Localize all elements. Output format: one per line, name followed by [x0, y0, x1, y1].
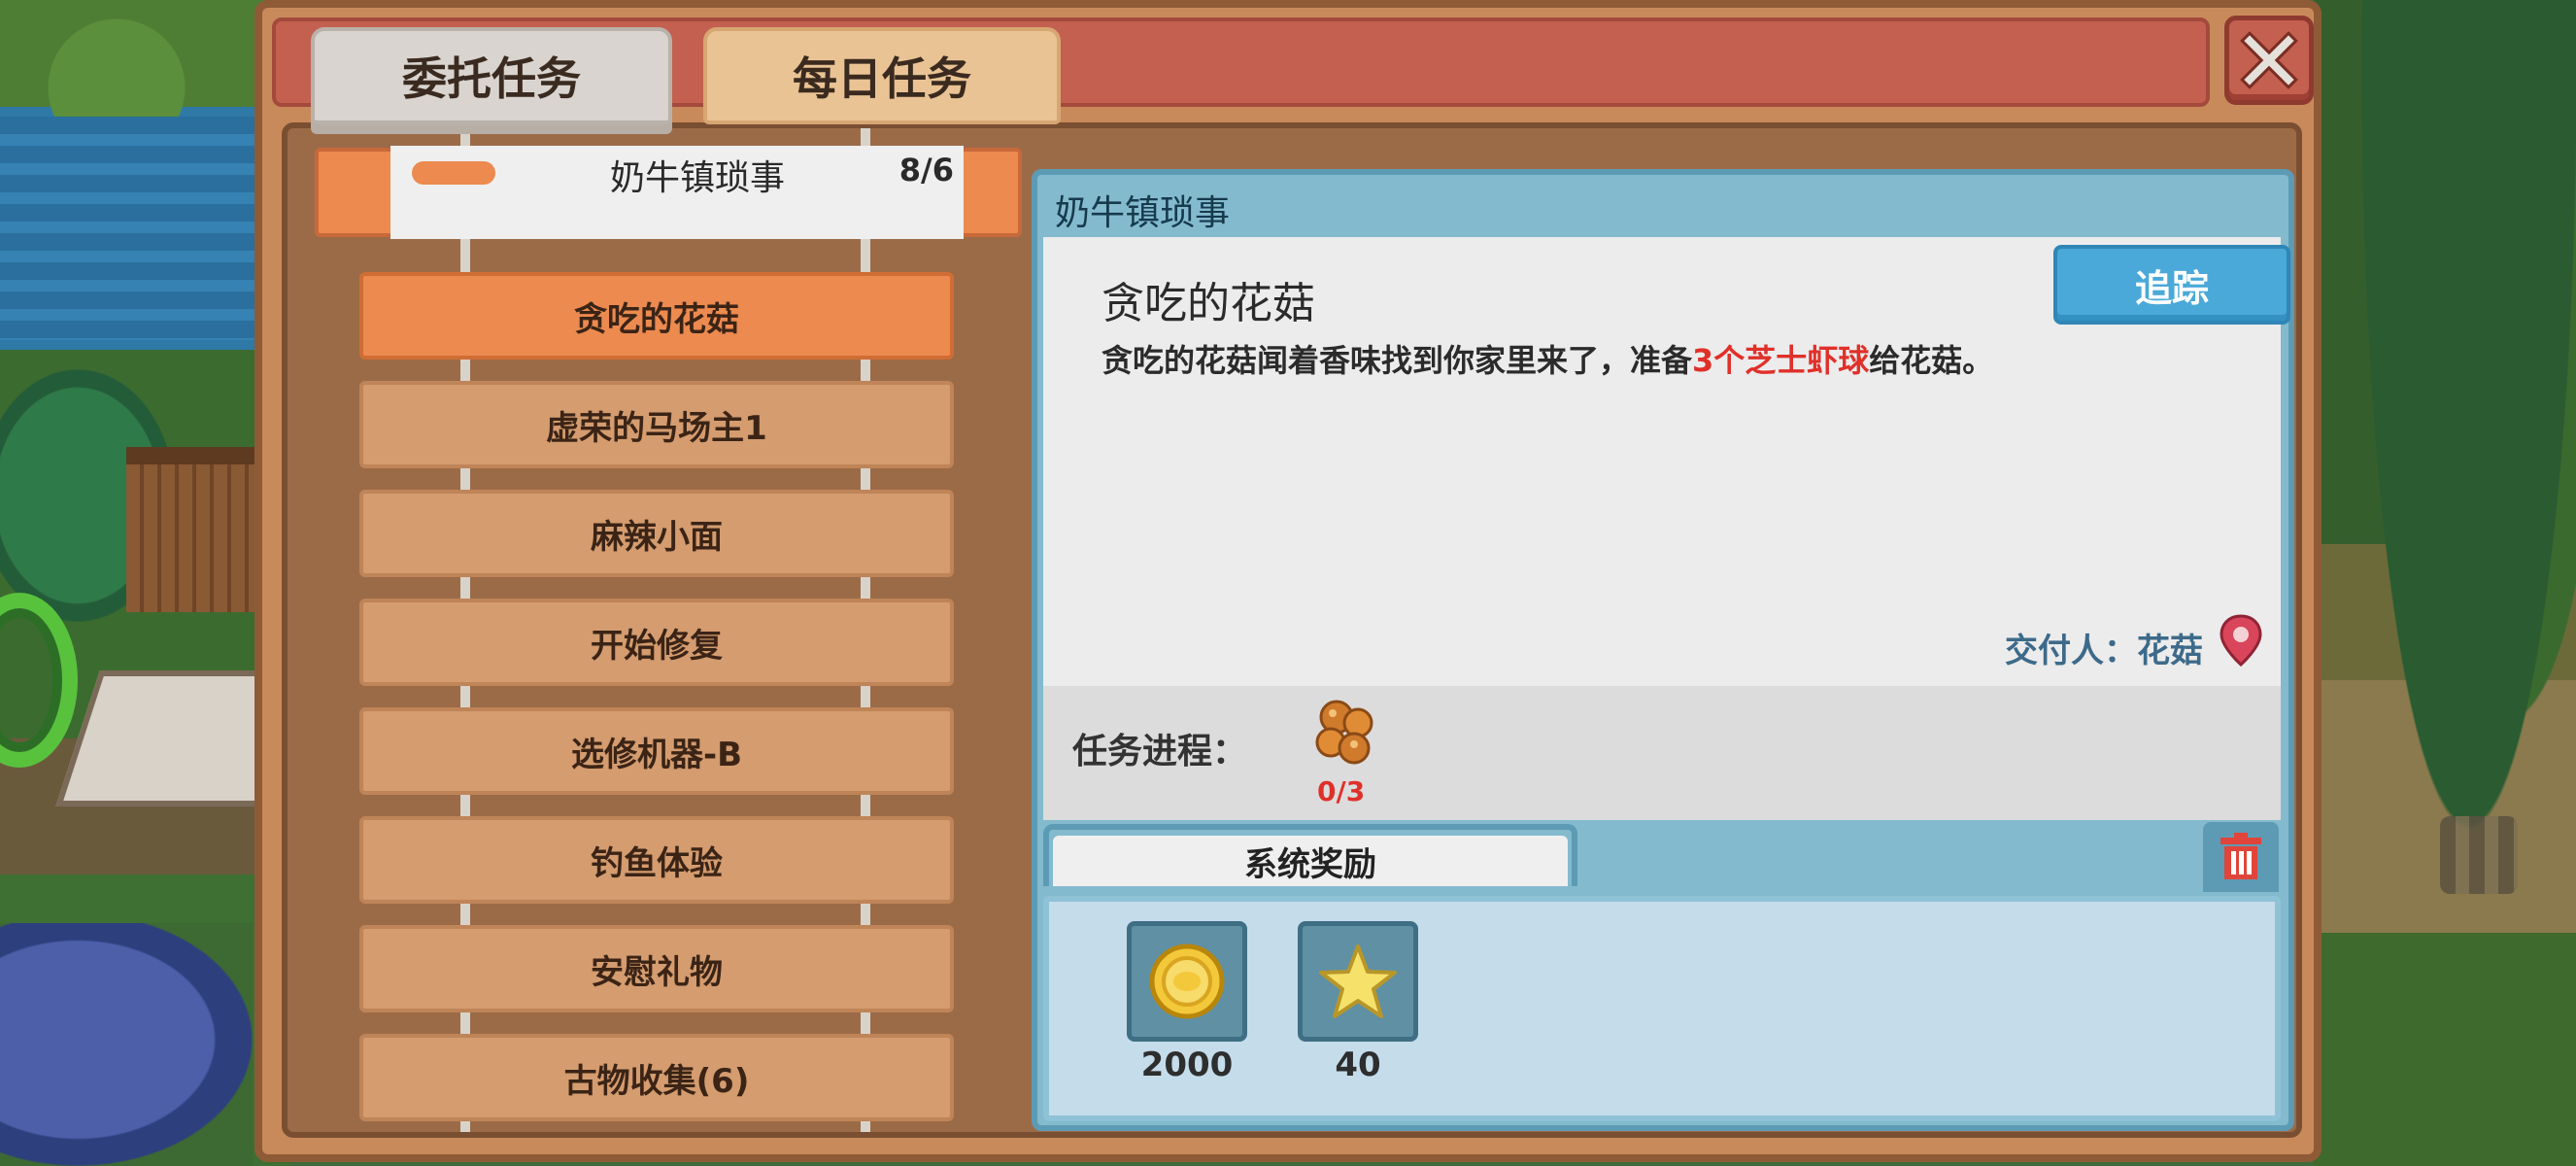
reward-coin-amount: 2000	[1140, 1046, 1234, 1084]
chapter-header[interactable]: 奶牛镇琐事 8/6	[315, 146, 1022, 239]
quest-item-xurong-machangzhu[interactable]: 虚荣的马场主1	[359, 381, 954, 468]
gold-coin-icon	[1149, 943, 1225, 1019]
chapter-pill-icon	[412, 161, 495, 185]
rewards-tab[interactable]: 系统奖励	[1043, 824, 1577, 886]
quest-panel: 奶牛镇琐事 8/6 贪吃的花菇 虚荣的马场主1 麻辣小面 开始修复 选修机器-B…	[254, 0, 2322, 1162]
pond	[0, 923, 253, 1166]
progress-label: 任务进程：	[1072, 732, 1248, 772]
rewards-tab-label: 系统奖励	[1053, 836, 1568, 886]
trash-icon	[2220, 833, 2261, 879]
wooden-hut	[126, 447, 272, 612]
desc-text-after: 给花菇。	[1869, 342, 1994, 379]
chapter-title: 奶牛镇琐事	[610, 158, 786, 198]
map-pin-icon[interactable]	[2219, 614, 2263, 667]
quest-item-mala-xiaomian[interactable]: 麻辣小面	[359, 490, 954, 577]
panel-body: 奶牛镇琐事 8/6 贪吃的花菇 虚荣的马场主1 麻辣小面 开始修复 选修机器-B…	[282, 122, 2302, 1138]
star-icon	[1319, 944, 1397, 1018]
detail-header: 奶牛镇琐事	[1055, 193, 1231, 233]
chapter-count: 8/6	[898, 152, 954, 189]
quest-progress-box: 任务进程： 0/3	[1043, 686, 2281, 820]
close-icon	[2240, 31, 2298, 89]
world-right-scenery	[2314, 0, 2576, 1166]
desc-text-before: 贪吃的花菇闻着香味找到你家里来了，准备	[1102, 342, 1693, 379]
river	[0, 117, 291, 340]
quest-description: 贪吃的花菇闻着香味找到你家里来了，准备3个芝士虾球给花菇。	[1102, 336, 1993, 381]
chapter-label-box: 奶牛镇琐事 8/6	[390, 146, 964, 239]
track-button[interactable]: 追踪	[2053, 245, 2290, 325]
quest-item-kaishi-xiufu[interactable]: 开始修复	[359, 599, 954, 686]
reward-star-amount: 40	[1335, 1046, 1381, 1084]
quest-description-box: 贪吃的花菇 追踪 贪吃的花菇闻着香味找到你家里来了，准备3个芝士虾球给花菇。 交…	[1043, 237, 2290, 686]
rewards-box: 2000 40	[1043, 896, 2281, 1121]
quest-list[interactable]: 奶牛镇琐事 8/6 贪吃的花菇 虚荣的马场主1 麻辣小面 开始修复 选修机器-B…	[288, 128, 1035, 1132]
reward-slot-star[interactable]	[1298, 921, 1418, 1042]
quest-item-guwu-shouji[interactable]: 古物收集(6)	[359, 1034, 954, 1121]
fence	[2440, 816, 2518, 894]
quest-item-anwei-liwu[interactable]: 安慰礼物	[359, 925, 954, 1012]
quest-detail-panel: 奶牛镇琐事 贪吃的花菇 追踪 贪吃的花菇闻着香味找到你家里来了，准备3个芝士虾球…	[1032, 169, 2294, 1131]
close-button[interactable]	[2224, 16, 2314, 105]
abandon-quest-button[interactable]	[2203, 822, 2279, 892]
tab-daily-quests[interactable]: 每日任务	[703, 27, 1061, 124]
cheese-shrimp-ball-icon	[1315, 700, 1373, 765]
desc-highlight-item: 3个芝士虾球	[1692, 342, 1870, 379]
progress-count: 0/3	[1317, 775, 1366, 807]
quest-item-tanchi-huagu[interactable]: 贪吃的花菇	[359, 272, 954, 360]
quest-item-xuanxiu-jiqi[interactable]: 选修机器-B	[359, 707, 954, 795]
quest-name: 贪吃的花菇	[1102, 279, 1315, 328]
reward-slot-coin[interactable]	[1127, 921, 1247, 1042]
quest-giver: 交付人：花菇	[2005, 632, 2203, 670]
quest-item-diaoyu-tiyan[interactable]: 钓鱼体验	[359, 816, 954, 904]
tab-commission-quests[interactable]: 委托任务	[311, 27, 672, 124]
